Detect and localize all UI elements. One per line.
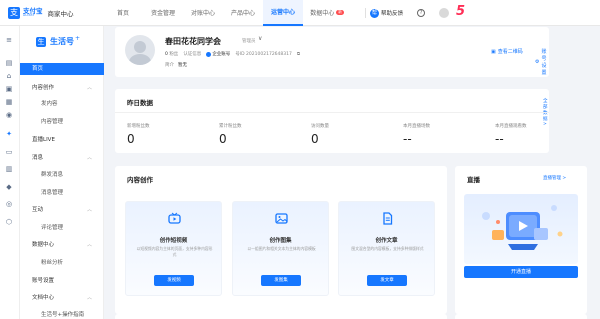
divider xyxy=(365,8,366,18)
gear-icon: ⚙ xyxy=(535,59,540,65)
hexagon-icon[interactable]: ⬡ xyxy=(5,218,13,226)
account-id: 2021002172648317 xyxy=(246,52,292,57)
content-creation-card: 内容创作 创作短视频 以短视频内容为主体的页面，支持多种内容形式 发视频 创作图… xyxy=(115,166,447,314)
sidebar-item-home[interactable]: 首页 xyxy=(20,63,104,75)
document-icon xyxy=(381,212,394,225)
stat-new-fans: 新增粉丝数 0 xyxy=(127,124,150,146)
card-title: 昨日数据 xyxy=(127,99,153,107)
nav-reconcile[interactable]: 对账中心 xyxy=(183,0,223,26)
chevron-up-icon: ︿ xyxy=(86,207,92,213)
top-bar: 支 支付宝 ALIPAY 商家中心 首页 资金管理 对账中心 产品中心 运营中心… xyxy=(0,0,600,26)
sidebar-item-post-content[interactable]: 发内容 xyxy=(20,98,104,110)
chevron-up-icon: ︿ xyxy=(86,85,92,91)
profile-avatar xyxy=(125,35,155,65)
stat-live-views: 本月直播观看数 -- xyxy=(495,124,527,146)
chevron-up-icon: ︿ xyxy=(86,242,92,248)
role-label: 管理员 xyxy=(242,39,256,44)
stat-visits: 访问数量 0 xyxy=(311,124,329,146)
sidebar-item-broadcast[interactable]: 群发消息 xyxy=(20,169,104,181)
view-qr-link[interactable]: ▣ 查看二维码 xyxy=(491,48,523,56)
sidebar-item-data-center[interactable]: 数据中心 ︿ xyxy=(20,239,104,251)
live-card: 直播 直播管理 > 开通直播 xyxy=(455,166,587,314)
profile-card: 春田花花同学会 管理员 ∨ 0 粉丝 认证信息 企业账号 号ID 2021002… xyxy=(115,27,549,77)
logo-sub-text: ALIPAY xyxy=(23,13,35,18)
card-title: 直播 xyxy=(467,176,480,184)
profile-meta: 0 粉丝 认证信息 企业账号 号ID 2021002172648317 ⧉ xyxy=(165,51,301,57)
tile-article: 创作文章 图文混合型的内容模板，支持多种排版样式 发文章 xyxy=(338,201,435,296)
verified-icon xyxy=(206,51,212,57)
shop-icon[interactable]: ⌂ xyxy=(5,72,13,80)
sidebar-item-comment-manage[interactable]: 评论管理 xyxy=(20,222,104,234)
icon-rail: ≡ ▤ ⌂ ▣ ▦ ◉ ✦ ▭ ▥ ◆ ◎ ⬡ xyxy=(0,26,20,319)
top-nav: 首页 资金管理 对账中心 产品中心 运营中心 数据中心 新 xyxy=(103,0,351,26)
nav-funds[interactable]: 资金管理 xyxy=(143,0,183,26)
post-video-button[interactable]: 发视频 xyxy=(154,275,194,286)
sidebar-item-message-manage[interactable]: 消息管理 xyxy=(20,187,104,199)
post-gallery-button[interactable]: 发图集 xyxy=(261,275,301,286)
account-name: 春田花花同学会 xyxy=(165,37,221,46)
people-icon[interactable]: ◉ xyxy=(5,111,13,119)
chat-icon[interactable]: ▭ xyxy=(5,148,13,156)
target-icon[interactable]: ◎ xyxy=(5,200,13,208)
alipay-logo[interactable]: 支 支付宝 ALIPAY 商家中心 xyxy=(8,6,103,19)
live-manage-link[interactable]: 直播管理 > xyxy=(543,175,566,181)
sidebar-item-fan-analysis[interactable]: 粉丝分析 xyxy=(20,257,104,269)
profile-intro: 简介 暂无 xyxy=(165,63,187,68)
divider xyxy=(115,112,549,113)
account-settings-link[interactable]: ⚙ 账号设置 xyxy=(535,48,549,76)
stat-total-fans: 累计粉丝数 0 xyxy=(219,124,242,146)
sidebar: 生 生活号 + 首页 内容创作 ︿ 发内容 内容管理 直播LIVE 消息 ︿ 群发消… xyxy=(20,26,104,319)
cert-info: 认证信息 xyxy=(183,52,202,57)
alipay-logo-icon: 支 xyxy=(8,6,20,19)
open-live-button[interactable]: 开通直播 xyxy=(464,266,578,278)
image-icon xyxy=(275,212,288,225)
sidebar-item-docs[interactable]: 文档中心 ︿ xyxy=(20,292,104,304)
chevron-up-icon: ︿ xyxy=(86,295,92,301)
merchant-center-label: 商家中心 xyxy=(47,9,74,18)
card-title: 内容创作 xyxy=(127,176,153,184)
help-icon[interactable]: ? xyxy=(417,9,426,17)
sidebar-item-interaction[interactable]: 互动 ︿ xyxy=(20,204,104,216)
enterprise-badge: 企业账号 xyxy=(206,51,230,57)
next-card-peek xyxy=(455,314,587,319)
user-avatar[interactable] xyxy=(439,8,450,18)
sidebar-item-account-settings[interactable]: 账号设置 xyxy=(20,275,104,287)
sidebar-brand: 生 生活号 + xyxy=(36,35,81,47)
wallet-icon[interactable]: ▤ xyxy=(5,59,13,67)
nav-products[interactable]: 产品中心 xyxy=(223,0,263,26)
feedback-button[interactable]: 帮 帮助反馈 xyxy=(370,8,403,18)
life-account-logo-icon: 生 xyxy=(36,36,46,47)
sidebar-item-live[interactable]: 直播LIVE xyxy=(20,134,104,146)
next-card-peek xyxy=(115,314,447,319)
chevron-down-icon[interactable]: ∨ xyxy=(258,35,262,42)
stat-live-sessions: 本月直播场数 -- xyxy=(403,124,430,146)
menu-icon[interactable]: ≡ xyxy=(5,36,13,44)
tile-gallery: 创作图集 以一组图片和相关文本为主体的内容模板 发图集 xyxy=(232,201,329,296)
post-article-button[interactable]: 发文章 xyxy=(367,275,407,286)
life-account-icon[interactable]: ✦ xyxy=(5,130,13,138)
tile-short-video: 创作短视频 以短视频内容为主体的页面，支持多种内容形式 发视频 xyxy=(125,201,222,296)
chevron-up-icon: ︿ xyxy=(86,155,92,161)
yesterday-data-card: 昨日数据 全部数据 > 新增粉丝数 0 累计粉丝数 0 访问数量 0 本月直播场… xyxy=(115,89,549,153)
sidebar-item-content-manage[interactable]: 内容管理 xyxy=(20,116,104,128)
fans-count: 0 xyxy=(165,52,168,57)
sidebar-item-guide[interactable]: 生活号+操作指南 xyxy=(20,309,104,319)
nav-data-center[interactable]: 数据中心 新 xyxy=(303,0,351,26)
new-badge: 新 xyxy=(336,10,344,15)
nav-home[interactable]: 首页 xyxy=(103,0,143,26)
nav-operations[interactable]: 运营中心 xyxy=(263,0,303,26)
grid-icon[interactable]: ▦ xyxy=(5,98,13,106)
feedback-icon: 帮 xyxy=(370,8,379,18)
bag-icon[interactable]: ▣ xyxy=(5,85,13,93)
qr-code-icon: ▣ xyxy=(491,48,496,55)
sidebar-item-messages[interactable]: 消息 ︿ xyxy=(20,152,104,164)
video-icon xyxy=(168,212,181,225)
copy-icon[interactable]: ⧉ xyxy=(297,51,300,57)
chart-icon[interactable]: ▥ xyxy=(5,165,13,173)
sidebar-item-content-create[interactable]: 内容创作 ︿ xyxy=(20,82,104,94)
cube-icon[interactable]: ◆ xyxy=(5,183,13,191)
live-illustration xyxy=(464,194,578,264)
brand-mark-logo: 5 xyxy=(456,4,466,19)
